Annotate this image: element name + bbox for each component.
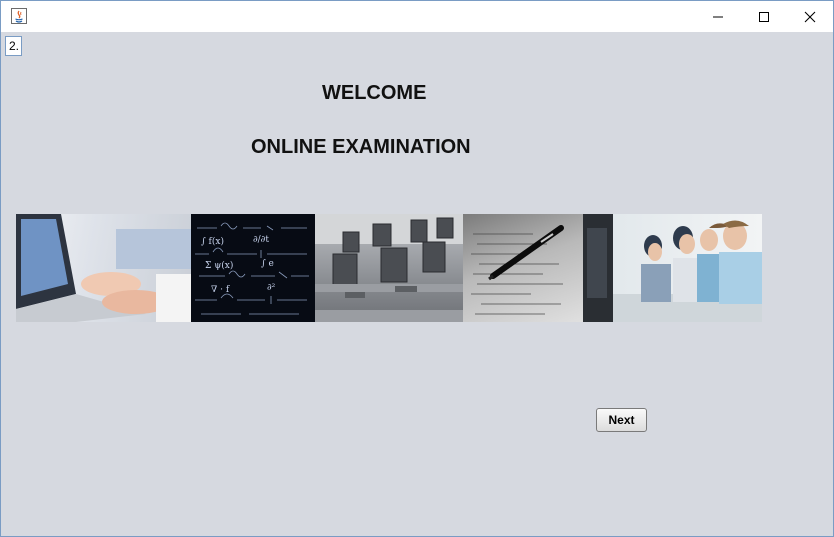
question-number-field[interactable]: 2. [5,36,22,56]
minimize-icon [713,16,723,17]
banner-pen-image [463,214,583,322]
banner-typing-image [16,214,191,322]
banner-math-image: ∫ f(x) ∂/∂t Σ ψ(x) ∫ e ∇ · f ∂² [191,214,315,322]
exam-title: ONLINE EXAMINATION [251,136,471,158]
close-button[interactable] [787,1,833,32]
welcome-heading: WELCOME [322,82,427,104]
svg-text:∇ · f: ∇ · f [211,285,230,295]
banner-image: ∫ f(x) ∂/∂t Σ ψ(x) ∫ e ∇ · f ∂² [16,214,762,322]
svg-text:Σ ψ(x): Σ ψ(x) [205,260,233,271]
next-button[interactable]: Next [596,408,647,432]
java-app-icon [11,8,27,24]
maximize-button[interactable] [741,1,787,32]
svg-text:∂²: ∂² [267,283,276,293]
app-window: 2. WELCOME ONLINE EXAMINATION ∫ f(x) ∂/∂… [0,0,834,537]
title-bar[interactable] [1,1,833,32]
maximize-icon [759,11,769,22]
banner-students-image [583,214,762,322]
banner-lab-image [315,214,463,322]
svg-text:∫ e: ∫ e [261,259,274,269]
svg-text:∫ f(x): ∫ f(x) [201,236,224,247]
close-icon [804,11,816,22]
content-pane: 2. WELCOME ONLINE EXAMINATION ∫ f(x) ∂/∂… [1,32,833,536]
minimize-button[interactable] [695,1,741,32]
svg-text:∂/∂t: ∂/∂t [253,235,269,245]
